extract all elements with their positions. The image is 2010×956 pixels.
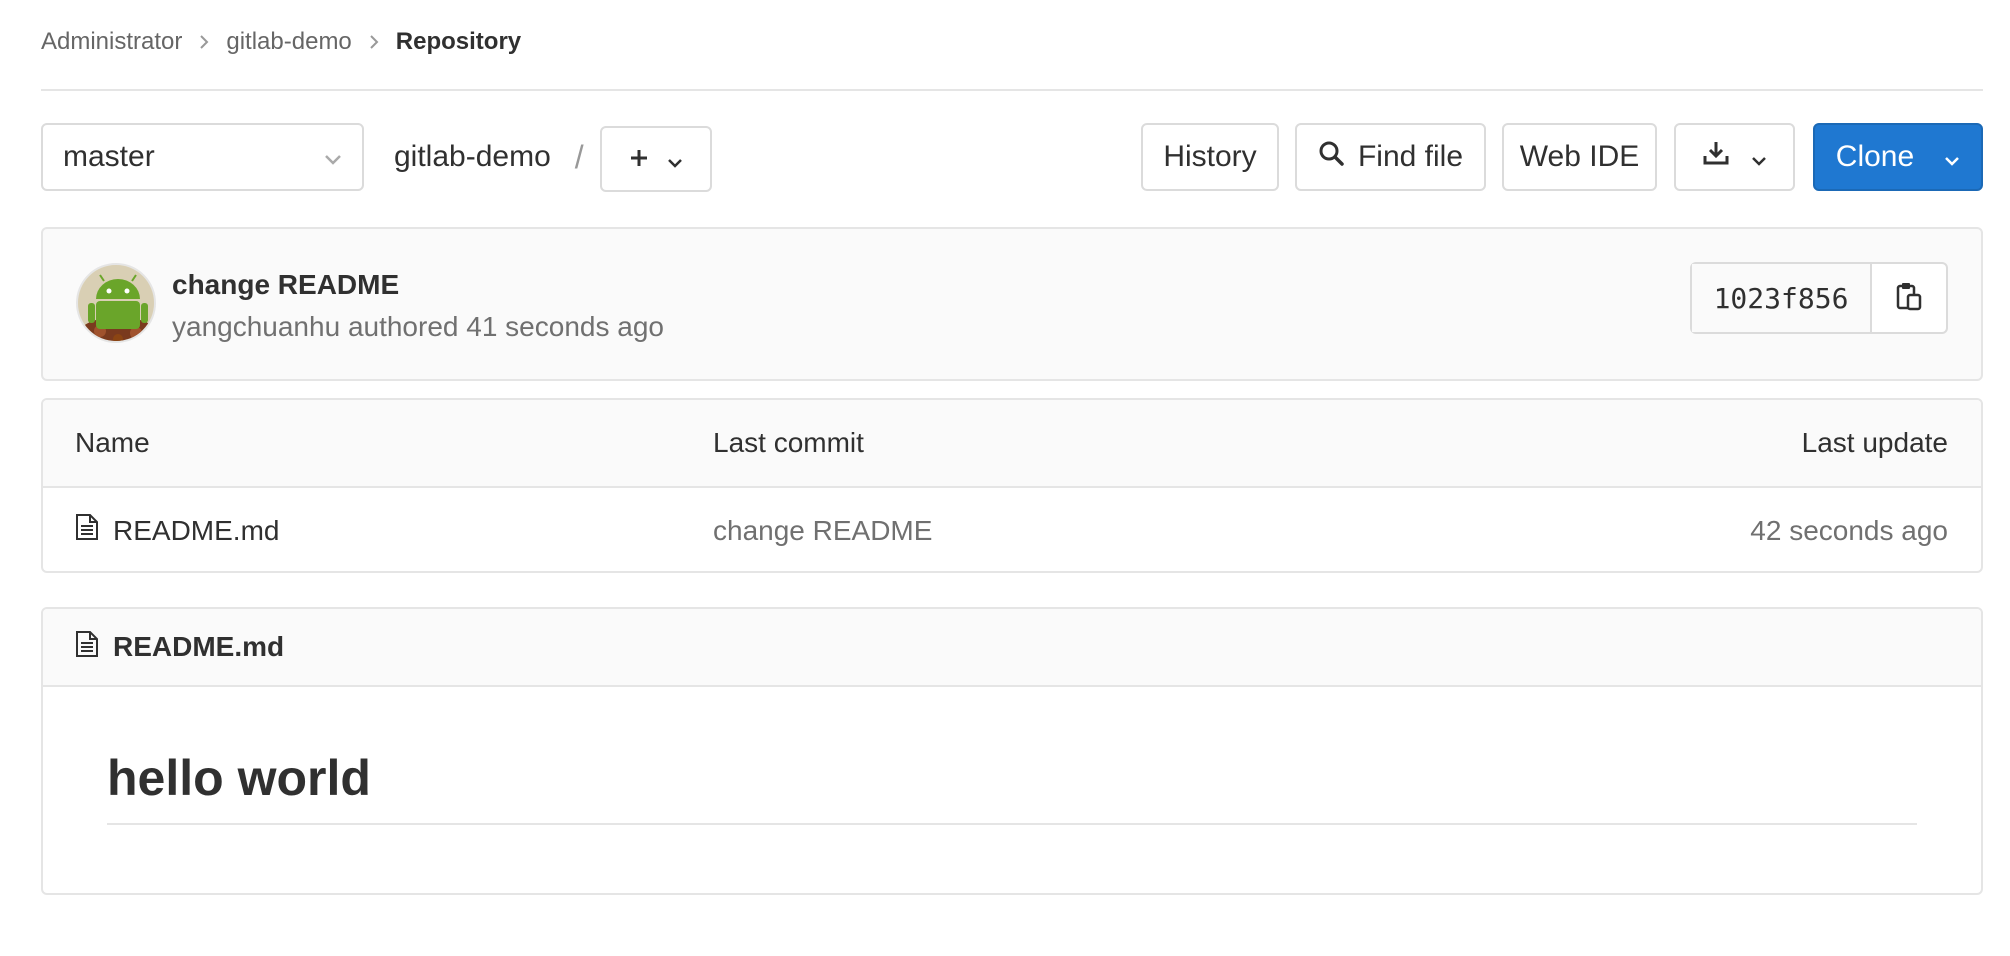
breadcrumb-item-administrator[interactable]: Administrator	[41, 28, 182, 56]
file-name-link[interactable]: README.md	[113, 515, 279, 547]
breadcrumb: Administrator gitlab-demo Repository	[41, 22, 521, 62]
search-icon	[1318, 140, 1344, 174]
commit-meta: yangchuanhu authored 41 seconds ago	[172, 311, 664, 343]
branch-name: master	[63, 140, 155, 173]
commit-sha[interactable]: 1023f856	[1692, 264, 1872, 332]
clone-label: Clone	[1835, 140, 1915, 173]
file-icon	[75, 630, 99, 665]
clone-button[interactable]: Clone	[1813, 123, 1983, 191]
chevron-down-icon	[324, 140, 342, 174]
table-row[interactable]: README.md change README 42 seconds ago	[43, 488, 1981, 571]
column-header-last-commit: Last commit	[713, 427, 864, 458]
clipboard-icon	[1896, 281, 1922, 316]
copy-sha-button[interactable]	[1872, 264, 1946, 332]
file-last-update: 42 seconds ago	[1750, 514, 1948, 546]
column-header-last-update: Last update	[1801, 427, 1948, 458]
commit-title[interactable]: change README	[172, 269, 399, 301]
web-ide-button[interactable]: Web IDE	[1502, 123, 1657, 191]
commit-author[interactable]: yangchuanhu	[172, 311, 340, 342]
chevron-down-icon	[667, 142, 683, 176]
file-icon	[75, 513, 99, 548]
file-tree-table: Name Last commit Last update README.md c…	[41, 398, 1983, 573]
breadcrumb-divider	[41, 89, 1983, 91]
history-button[interactable]: History	[1141, 123, 1279, 191]
chevron-right-icon	[198, 34, 210, 50]
readme-header: README.md	[43, 609, 1981, 687]
commit-sha-group: 1023f856	[1690, 262, 1948, 334]
last-commit-panel: change README yangchuanhu authored 41 se…	[41, 227, 1983, 381]
commit-time: authored 41 seconds ago	[347, 311, 664, 342]
file-last-commit-link[interactable]: change README	[713, 488, 932, 571]
table-header: Name Last commit Last update	[43, 400, 1981, 488]
repo-path: gitlab-demo /	[394, 123, 584, 191]
plus-icon	[629, 142, 649, 176]
readme-filename-link[interactable]: README.md	[113, 631, 284, 663]
readme-content: hello world	[43, 687, 1981, 825]
web-ide-label: Web IDE	[1519, 140, 1640, 173]
column-header-name: Name	[75, 427, 150, 458]
readme-panel: README.md hello world	[41, 607, 1983, 895]
find-file-button[interactable]: Find file	[1295, 123, 1486, 191]
chevron-down-icon	[1944, 140, 1960, 174]
chevron-down-icon	[1751, 140, 1767, 174]
chevron-right-icon	[368, 34, 380, 50]
download-icon	[1703, 140, 1729, 174]
readme-heading: hello world	[107, 687, 1917, 825]
file-name-cell: README.md	[75, 488, 279, 571]
avatar[interactable]	[76, 263, 156, 343]
add-file-dropdown-button[interactable]	[600, 126, 712, 192]
find-file-label: Find file	[1357, 140, 1464, 173]
branch-selector[interactable]: master	[41, 123, 364, 191]
history-button-label: History	[1163, 140, 1257, 173]
download-dropdown-button[interactable]	[1674, 123, 1795, 191]
breadcrumb-current[interactable]: Repository	[396, 28, 521, 56]
path-separator: /	[574, 138, 584, 175]
breadcrumb-item-project[interactable]: gitlab-demo	[226, 28, 351, 56]
repo-path-project[interactable]: gitlab-demo	[394, 140, 551, 174]
